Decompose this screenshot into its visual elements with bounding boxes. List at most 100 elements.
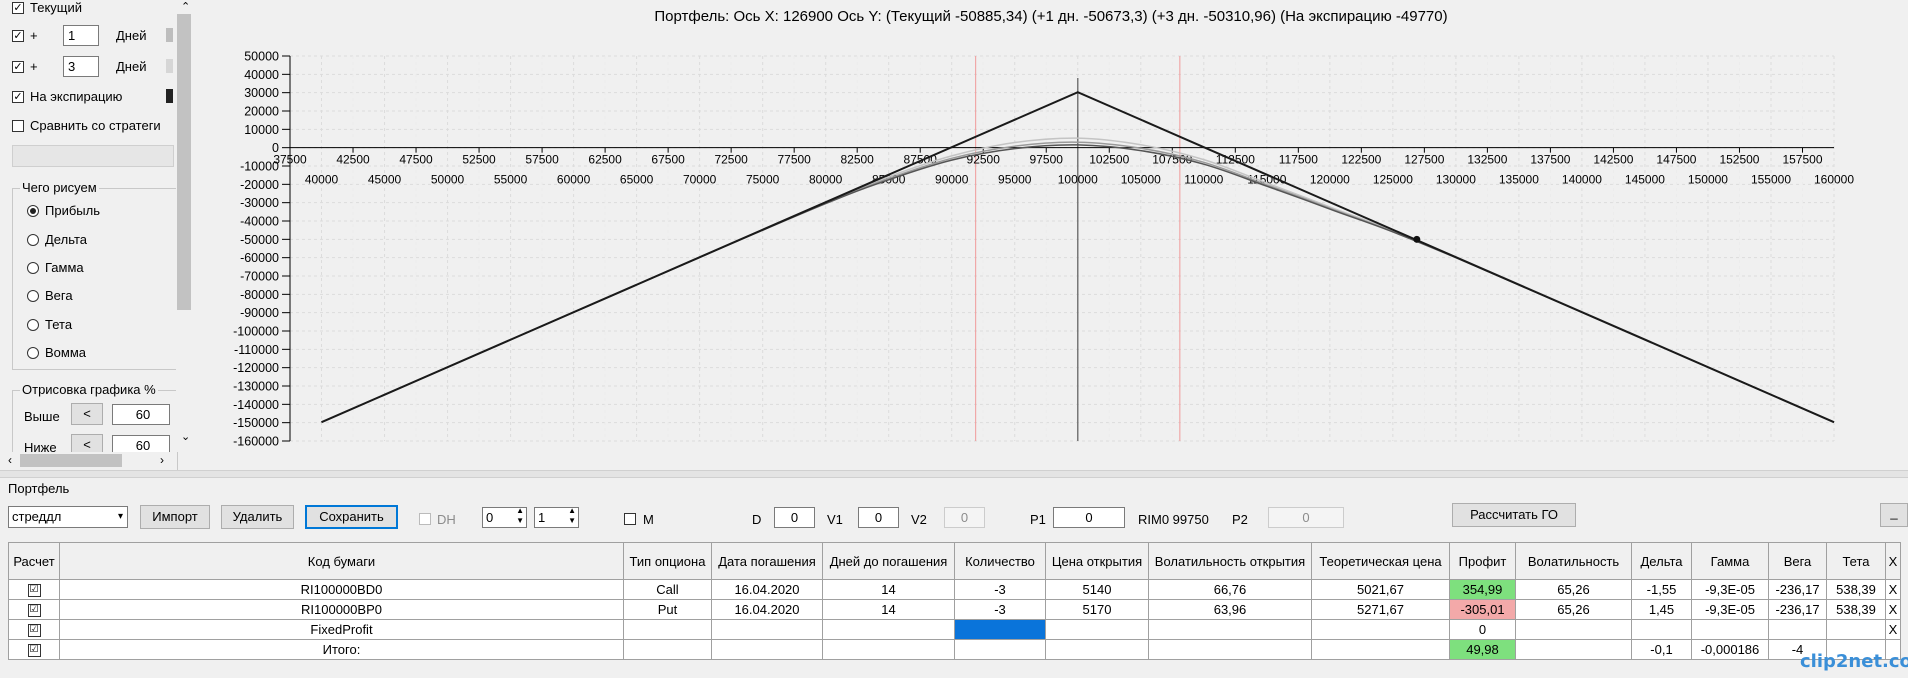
table-row[interactable]: ☑ FixedProfit 0 X <box>8 619 1901 640</box>
cursor-marker-point <box>1413 235 1421 243</box>
x-tick-label-top: 42500 <box>336 153 370 167</box>
col-header[interactable]: Расчет <box>8 542 60 580</box>
spin-arrows-icon[interactable]: ▲ ▼ <box>516 506 524 526</box>
col-header[interactable]: Волатильность открытия <box>1148 542 1312 580</box>
table-cell-theta <box>1826 619 1886 640</box>
m-checkbox[interactable] <box>624 513 636 525</box>
table-cell-delta: -1,55 <box>1631 579 1692 600</box>
table-cell-check[interactable]: ☑ <box>8 619 60 640</box>
col-header[interactable]: Волатильность <box>1515 542 1632 580</box>
table-cell-code: Итого: <box>59 639 624 660</box>
table-row[interactable]: ☑ RI100000BP0 Put 16.04.2020 14 -3 5170 63,96 52… <box>8 599 1901 620</box>
p2-input[interactable]: 0 <box>1268 507 1344 528</box>
y-tick-label: 50000 <box>244 50 279 64</box>
col-header[interactable]: Цена открытия <box>1045 542 1149 580</box>
strategy-select[interactable]: стреддл ▾ <box>8 506 128 528</box>
save-button[interactable]: Сохранить <box>305 505 398 529</box>
row-checkbox[interactable]: ☑ <box>27 584 41 598</box>
x-tick-label-top: 57500 <box>525 153 559 167</box>
table-cell-code: RI100000BP0 <box>59 599 624 620</box>
table-header-row: Расчет Код бумаги Тип опциона Дата погаш… <box>8 542 1901 580</box>
chart-grid <box>289 55 1835 442</box>
table-cell-qty[interactable] <box>954 619 1046 640</box>
table-cell-vol_open <box>1148 639 1312 660</box>
delete-button[interactable]: Удалить <box>221 505 294 529</box>
spin2-input[interactable]: 1 ▲ ▼ <box>534 506 579 528</box>
table-row[interactable]: ☑ RI100000BD0 Call 16.04.2020 14 -3 5140 66,76 5… <box>8 579 1901 600</box>
table-cell-delta: 1,45 <box>1631 599 1692 620</box>
dh-checkbox[interactable] <box>419 513 431 525</box>
table-cell-x[interactable]: X <box>1885 619 1901 640</box>
x-tick-label-top: 142500 <box>1593 153 1633 167</box>
row-checkbox[interactable]: ☑ <box>27 604 41 618</box>
col-header[interactable]: Тета <box>1826 542 1886 580</box>
y-tick-label: 40000 <box>244 68 279 82</box>
x-tick-label-bottom: 80000 <box>809 173 843 187</box>
table-cell-check[interactable]: ☑ <box>8 599 60 620</box>
v1-input[interactable]: 0 <box>858 507 899 528</box>
x-tick-label-bottom: 45000 <box>368 173 402 187</box>
y-tick-label: -110000 <box>234 343 279 357</box>
col-header[interactable]: Код бумаги <box>59 542 624 580</box>
table-cell-type <box>623 639 712 660</box>
x-tick-label-top: 157500 <box>1782 153 1822 167</box>
table-cell-price <box>1045 639 1149 660</box>
x-tick-label-top: 97500 <box>1030 153 1064 167</box>
spin1-input[interactable]: 0 ▲ ▼ <box>482 506 527 528</box>
table-row[interactable]: ☑ Итого: 49,98 -0,1 -0,000186 -4 <box>8 639 1901 660</box>
table-cell-check[interactable]: ☑ <box>8 579 60 600</box>
row-checkbox[interactable]: ☑ <box>27 624 41 638</box>
v2-input[interactable]: 0 <box>944 507 985 528</box>
x-tick-label-bottom: 65000 <box>620 173 654 187</box>
minimize-button[interactable]: _ <box>1880 503 1908 527</box>
y-tick-label: -70000 <box>240 270 279 284</box>
col-header[interactable]: Теоретическая цена <box>1311 542 1450 580</box>
col-header[interactable]: Тип опциона <box>623 542 712 580</box>
table-cell-x[interactable]: X <box>1885 579 1901 600</box>
chevron-down-icon: ▾ <box>117 511 123 522</box>
splitter[interactable] <box>0 470 1908 478</box>
x-tick-label-bottom: 75000 <box>746 173 780 187</box>
table-cell-vol: 65,26 <box>1515 599 1632 620</box>
table-cell-check[interactable]: ☑ <box>8 639 60 660</box>
table-cell-qty[interactable]: -3 <box>954 579 1046 600</box>
col-header[interactable]: Вега <box>1768 542 1827 580</box>
table-cell-x[interactable]: X <box>1885 599 1901 620</box>
x-tick-label-bottom: 135000 <box>1499 173 1539 187</box>
y-tick-label: -90000 <box>240 306 279 320</box>
col-header[interactable]: Дата погашения <box>711 542 823 580</box>
calc-go-button[interactable]: Рассчитать ГО <box>1452 503 1576 527</box>
table-cell-days: 14 <box>822 579 955 600</box>
table-cell-qty[interactable] <box>954 639 1046 660</box>
x-tick-label-top: 47500 <box>399 153 433 167</box>
p1-input[interactable]: 0 <box>1053 507 1125 528</box>
d-label: D <box>752 512 762 527</box>
col-header[interactable]: Гамма <box>1691 542 1769 580</box>
table-cell-profit: 0 <box>1449 619 1516 640</box>
x-tick-label-top: 72500 <box>714 153 748 167</box>
col-header[interactable]: Профит <box>1449 542 1516 580</box>
table-cell-days <box>822 619 955 640</box>
col-header[interactable]: Количество <box>954 542 1046 580</box>
table-cell-days: 14 <box>822 599 955 620</box>
spin-arrows-icon[interactable]: ▲ ▼ <box>568 506 576 526</box>
col-header[interactable]: Дельта <box>1631 542 1692 580</box>
chart-plot[interactable]: 50000400003000020000100000-10000-20000-3… <box>0 0 1908 478</box>
x-tick-label-bottom: 120000 <box>1310 173 1350 187</box>
table-cell-gamma <box>1691 619 1769 640</box>
x-tick-label-top: 62500 <box>588 153 622 167</box>
y-tick-label: -30000 <box>240 196 279 210</box>
table-cell-theta: 538,39 <box>1826 579 1886 600</box>
p2-label: P2 <box>1232 512 1248 527</box>
table-cell-qty[interactable]: -3 <box>954 599 1046 620</box>
table-cell-theta: 538,39 <box>1826 599 1886 620</box>
import-button[interactable]: Импорт <box>140 505 210 529</box>
table-cell-type: Call <box>623 579 712 600</box>
row-checkbox[interactable]: ☑ <box>27 644 41 658</box>
col-header[interactable]: X <box>1885 542 1901 580</box>
table-cell-vol_open <box>1148 619 1312 640</box>
col-header[interactable]: Дней до погашения <box>822 542 955 580</box>
x-tick-label-top: 52500 <box>462 153 496 167</box>
d-input[interactable]: 0 <box>774 507 815 528</box>
y-tick-label: -150000 <box>233 416 279 430</box>
